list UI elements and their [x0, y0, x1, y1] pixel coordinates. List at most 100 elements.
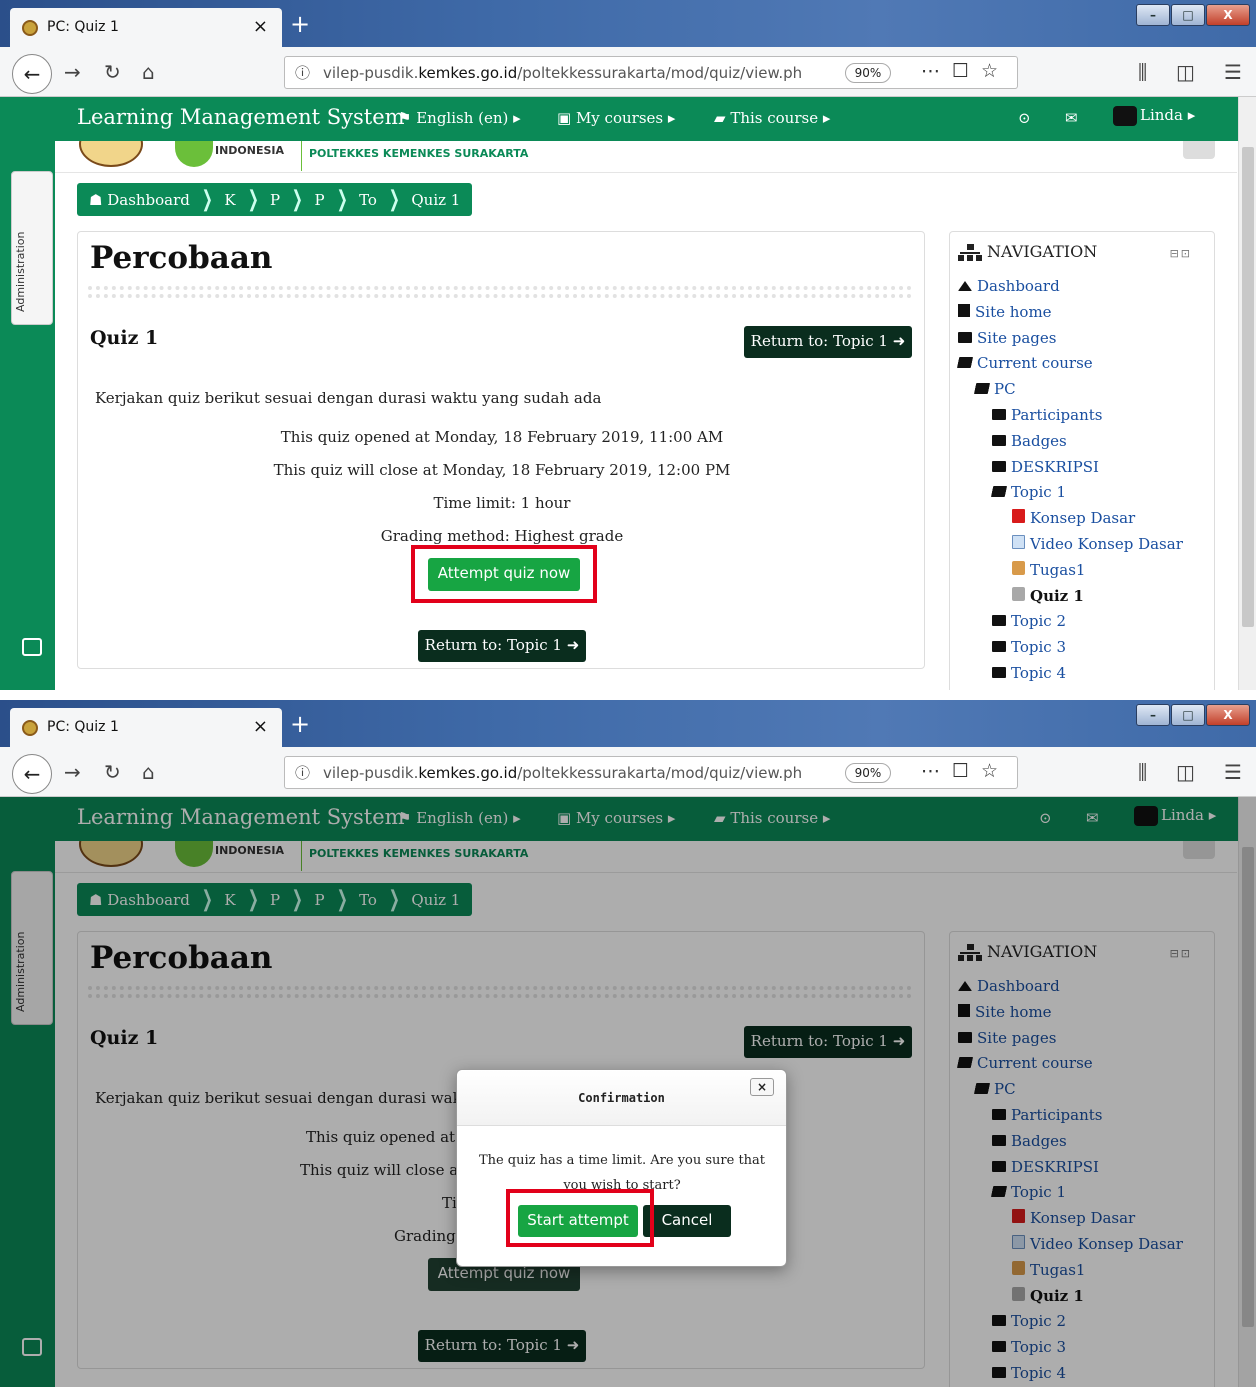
pdf-icon — [1012, 509, 1025, 524]
library-icon[interactable]: ⫼ — [1138, 60, 1147, 84]
nav-item[interactable]: Badges — [992, 432, 1067, 450]
back-button[interactable]: ← — [12, 54, 52, 94]
folder-icon — [992, 615, 1006, 627]
breadcrumb-item[interactable]: P — [315, 191, 325, 209]
assignment-icon — [1012, 560, 1025, 575]
browser-toolbar: ← → ↻ ⌂ ⓘ vilep-pusdik.kemkes.go.id/polt… — [0, 747, 1256, 797]
nav-item[interactable]: Topic 1 — [990, 483, 1066, 501]
nav-item-label: Participants — [1011, 406, 1103, 424]
nav-item-label: Topic 4 — [1011, 664, 1066, 682]
url-text: vilep-pusdik.kemkes.go.id/poltekkessurak… — [323, 64, 803, 82]
home-icon[interactable]: ⌂ — [142, 760, 155, 784]
user-menu[interactable]: Linda ▸ — [1113, 106, 1195, 126]
nav-item[interactable]: Site home — [958, 303, 1052, 321]
my-courses-menu[interactable]: ▣ My courses ▸ — [557, 109, 675, 127]
scrollbar[interactable] — [1238, 97, 1256, 690]
new-tab-button[interactable]: + — [290, 10, 310, 38]
tab-close-icon[interactable]: × — [253, 716, 268, 737]
nav-item[interactable]: Konsep Dasar — [1012, 509, 1135, 527]
page-actions[interactable]: ⋯☐☆ — [921, 760, 1010, 782]
breadcrumb-item[interactable]: To — [359, 191, 377, 209]
return-to-topic-button-top[interactable]: Return to: Topic 1 ➜ — [744, 326, 912, 358]
window-close-button[interactable]: X — [1206, 704, 1250, 726]
nav-item-label: Topic 3 — [1011, 638, 1066, 657]
page-actions[interactable]: ⋯☐☆ — [921, 60, 1010, 82]
quiz-intro: Kerjakan quiz berikut sesuai dengan dura… — [95, 389, 602, 407]
breadcrumb-current[interactable]: Quiz 1 — [411, 191, 460, 209]
reload-icon[interactable]: ↻ — [104, 760, 121, 784]
dialog-close-icon[interactable]: × — [750, 1078, 774, 1096]
sidebar-icon[interactable]: ◫ — [1176, 60, 1195, 84]
nav-item[interactable]: Topic 4 — [992, 664, 1066, 682]
sitemap-icon — [958, 243, 982, 262]
home-icon[interactable]: ⌂ — [142, 60, 155, 84]
nav-item-label: Badges — [1011, 431, 1067, 450]
nav-item-label: Quiz 1 — [1030, 586, 1084, 605]
browser-tab[interactable]: PC: Quiz 1 × — [10, 8, 282, 47]
reload-icon[interactable]: ↻ — [104, 60, 121, 84]
nav-item-label: Site home — [975, 302, 1052, 321]
folder-icon — [958, 331, 972, 343]
drawer-toggle-icon[interactable] — [22, 638, 42, 656]
minimize-button[interactable]: – — [1136, 704, 1170, 726]
maximize-button[interactable]: □ — [1171, 704, 1205, 726]
info-icon[interactable]: ⓘ — [295, 762, 310, 783]
file-icon — [958, 303, 970, 317]
nav-item-label: Current course — [977, 354, 1093, 373]
chevron-right-icon: ❯ — [201, 187, 213, 212]
nav-item[interactable]: Quiz 1 — [1012, 586, 1084, 605]
cancel-button[interactable]: Cancel — [643, 1205, 731, 1237]
dialog-title: Confirmation — [578, 1091, 665, 1105]
nav-item[interactable]: Topic 3 — [992, 638, 1066, 656]
nav-item[interactable]: DESKRIPSI — [992, 458, 1099, 476]
nav-item[interactable]: Site pages — [958, 329, 1056, 347]
site-brand[interactable]: Learning Management System — [77, 105, 405, 129]
nav-item[interactable]: Dashboard — [958, 277, 1060, 295]
quiz-icon — [1012, 586, 1025, 601]
address-bar[interactable]: ⓘ vilep-pusdik.kemkes.go.id/poltekkessur… — [284, 756, 1018, 789]
nav-item[interactable]: Participants — [992, 406, 1103, 424]
administration-tab[interactable]: Administration — [11, 171, 53, 325]
breadcrumb-item[interactable]: K — [224, 191, 235, 209]
minimize-button[interactable]: – — [1136, 4, 1170, 26]
nav-item[interactable]: Tugas1 — [1012, 560, 1085, 579]
nav-item[interactable]: Current course — [956, 354, 1093, 373]
maximize-button[interactable]: □ — [1171, 4, 1205, 26]
forward-icon[interactable]: → — [64, 760, 81, 784]
breadcrumb-item[interactable]: P — [270, 191, 280, 209]
menu-icon[interactable]: ☰ — [1224, 60, 1242, 84]
chevron-right-icon: ❯ — [388, 187, 400, 212]
window-controls: – □ X — [1136, 704, 1250, 726]
moodle-navbar: Learning Management System ⚑ English (en… — [0, 97, 1256, 141]
scrollbar-thumb[interactable] — [1242, 147, 1254, 627]
sidebar-icon[interactable]: ◫ — [1176, 760, 1195, 784]
breadcrumb-dashboard[interactable]: ☗ Dashboard — [89, 191, 190, 209]
target-icon[interactable]: ⊙ — [1018, 109, 1031, 127]
language-menu[interactable]: ⚑ English (en) ▸ — [398, 109, 521, 127]
highlight-box-attempt — [411, 545, 597, 603]
leaf-logo — [175, 141, 213, 167]
new-tab-button[interactable]: + — [290, 710, 310, 738]
gear-icon[interactable] — [1183, 141, 1215, 159]
this-course-menu[interactable]: ▰ This course ▸ — [714, 109, 830, 127]
menu-icon[interactable]: ☰ — [1224, 760, 1242, 784]
address-bar[interactable]: ⓘ vilep-pusdik.kemkes.go.id/poltekkessur… — [284, 56, 1018, 89]
quiz-opened-text: This quiz opened at Monday, 18 February … — [280, 428, 724, 446]
window-close-button[interactable]: X — [1206, 4, 1250, 26]
zoom-indicator[interactable]: 90% — [845, 63, 891, 83]
forward-icon[interactable]: → — [64, 60, 81, 84]
return-to-topic-button-bottom[interactable]: Return to: Topic 1 ➜ — [418, 630, 586, 662]
browser-tab[interactable]: PC: Quiz 1 × — [10, 708, 282, 747]
nav-item[interactable]: PC — [973, 380, 1016, 398]
zoom-indicator[interactable]: 90% — [845, 763, 891, 783]
message-icon[interactable]: ✉ — [1065, 109, 1078, 127]
nav-item-label: Topic 2 — [1011, 612, 1066, 631]
library-icon[interactable]: ⫼ — [1138, 760, 1147, 784]
info-icon[interactable]: ⓘ — [295, 62, 310, 83]
back-button[interactable]: ← — [12, 754, 52, 794]
folder-icon — [992, 667, 1006, 678]
nav-item[interactable]: Video Konsep Dasar — [1012, 535, 1183, 553]
block-controls[interactable]: ⊟⊡ — [1170, 247, 1192, 260]
nav-item[interactable]: Topic 2 — [992, 612, 1066, 630]
tab-close-icon[interactable]: × — [253, 16, 268, 37]
